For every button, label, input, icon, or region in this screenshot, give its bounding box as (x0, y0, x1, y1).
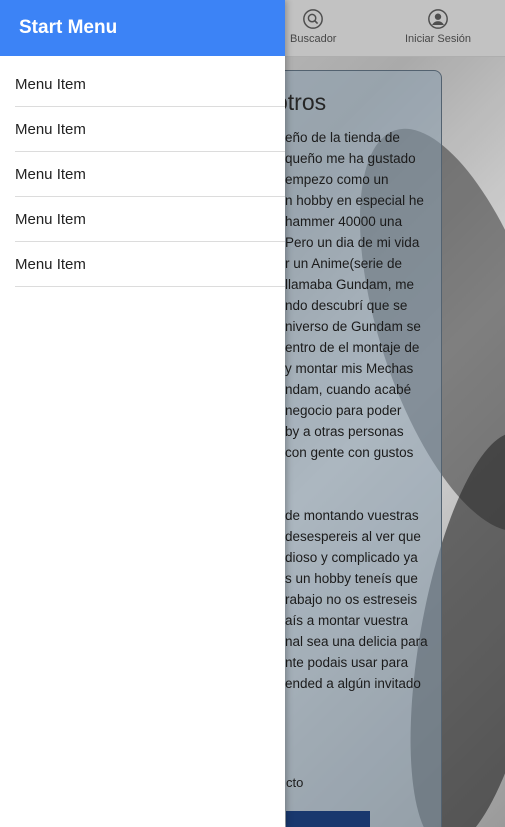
menu-item[interactable]: Menu Item (15, 197, 285, 242)
drawer-header: Start Menu (0, 0, 285, 56)
menu-item[interactable]: Menu Item (15, 62, 285, 107)
drawer-menu-list: Menu Item Menu Item Menu Item Menu Item … (0, 62, 285, 287)
menu-item[interactable]: Menu Item (15, 107, 285, 152)
menu-item[interactable]: Menu Item (15, 152, 285, 197)
drawer-title: Start Menu (19, 17, 118, 38)
drawer-scrim[interactable] (285, 0, 505, 827)
navigation-drawer: Start Menu Menu Item Menu Item Menu Item… (0, 0, 285, 827)
menu-item[interactable]: Menu Item (15, 242, 285, 287)
